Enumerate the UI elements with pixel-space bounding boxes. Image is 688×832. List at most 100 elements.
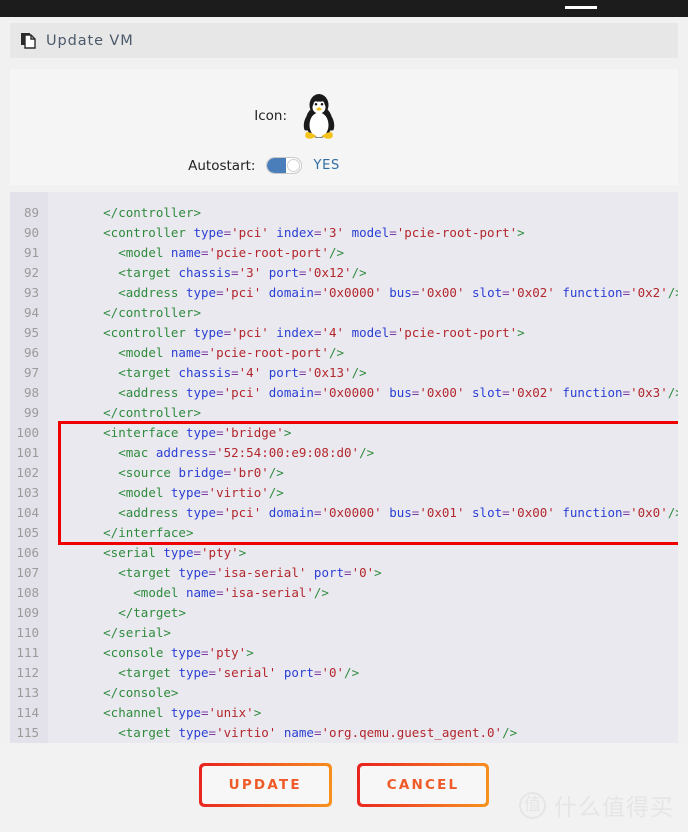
- code-line: 89 </controller>: [10, 203, 678, 223]
- code-line: 111 <console type='pty'>: [10, 643, 678, 663]
- code-line: 101 <mac address='52:54:00:e9:08:d0'/>: [10, 443, 678, 463]
- code-text: <target type='virtio' name='org.qemu.gue…: [118, 725, 518, 740]
- watermark: 值 什么值得买: [519, 788, 674, 822]
- line-number: 89: [10, 203, 48, 223]
- code-line: 109 </target>: [10, 603, 678, 623]
- line-number: [10, 192, 48, 203]
- code-line: 95 <controller type='pci' index='4' mode…: [10, 323, 678, 343]
- code-text: <target type='isa-serial' port='0'>: [118, 565, 382, 580]
- line-number: 100: [10, 423, 48, 443]
- icon-row: Icon:: [10, 92, 340, 140]
- line-number: 115: [10, 723, 48, 743]
- code-text: </interface>: [103, 525, 194, 540]
- code-text: <address type='pci' domain='0x0000' bus=…: [118, 505, 678, 520]
- code-line: [10, 192, 678, 203]
- line-number: 103: [10, 483, 48, 503]
- code-text: <target type='serial' port='0'/>: [118, 665, 360, 680]
- line-number: 101: [10, 443, 48, 463]
- line-number: 94: [10, 303, 48, 323]
- autostart-row: Autostart: YES: [10, 157, 340, 174]
- cancel-button-label: CANCEL: [359, 766, 487, 804]
- code-line: 92 <target chassis='3' port='0x12'/>: [10, 263, 678, 283]
- icon-label: Icon:: [254, 108, 287, 124]
- code-line: 98 <address type='pci' domain='0x0000' b…: [10, 383, 678, 403]
- line-number: 105: [10, 523, 48, 543]
- line-number: 106: [10, 543, 48, 563]
- line-number: 102: [10, 463, 48, 483]
- code-line: 110 </serial>: [10, 623, 678, 643]
- code-line: 108 <model name='isa-serial'/>: [10, 583, 678, 603]
- toggle-fill: [267, 158, 287, 173]
- line-number: 113: [10, 683, 48, 703]
- code-text: <mac address='52:54:00:e9:08:d0'/>: [118, 445, 375, 460]
- code-text: <channel type='unix'>: [103, 705, 262, 720]
- tux-penguin-icon[interactable]: [298, 92, 340, 140]
- code-text: <address type='pci' domain='0x0000' bus=…: [118, 285, 678, 300]
- code-line: 115 <target type='virtio' name='org.qemu…: [10, 723, 678, 743]
- code-line: 104 <address type='pci' domain='0x0000' …: [10, 503, 678, 523]
- code-line: 113 </console>: [10, 683, 678, 703]
- line-number: 97: [10, 363, 48, 383]
- code-line: 114 <channel type='unix'>: [10, 703, 678, 723]
- update-button-label: UPDATE: [201, 766, 329, 804]
- line-number: 109: [10, 603, 48, 623]
- line-number: 112: [10, 663, 48, 683]
- top-bar-indicator: [565, 6, 597, 9]
- code-line: 106 <serial type='pty'>: [10, 543, 678, 563]
- code-text: <source bridge='br0'/>: [118, 465, 284, 480]
- line-number: 99: [10, 403, 48, 423]
- line-number: 98: [10, 383, 48, 403]
- code-text: </controller>: [103, 405, 201, 420]
- line-number: 114: [10, 703, 48, 723]
- update-button[interactable]: UPDATE: [198, 763, 332, 807]
- xml-code-editor[interactable]: 89 </controller> 90 <controller type='pci…: [10, 192, 678, 743]
- code-line: 94 </controller>: [10, 303, 678, 323]
- code-line: 103 <model type='virtio'/>: [10, 483, 678, 503]
- toggle-knob: [287, 159, 301, 172]
- line-number: 93: [10, 283, 48, 303]
- code-line: 107 <target type='isa-serial' port='0'>: [10, 563, 678, 583]
- code-line: 91 <model name='pcie-root-port'/>: [10, 243, 678, 263]
- autostart-value: YES: [313, 158, 340, 173]
- code-text: <target chassis='3' port='0x12'/>: [118, 265, 367, 280]
- pages-copy-icon: [20, 32, 37, 49]
- code-line: 99 </controller>: [10, 403, 678, 423]
- line-number: 95: [10, 323, 48, 343]
- code-text: <controller type='pci' index='3' model='…: [103, 225, 525, 240]
- line-number: 108: [10, 583, 48, 603]
- page-title: Update VM: [46, 32, 134, 49]
- code-line: 105 </interface>: [10, 523, 678, 543]
- line-number: 90: [10, 223, 48, 243]
- autostart-toggle[interactable]: [266, 157, 303, 174]
- code-text: <model name='pcie-root-port'/>: [118, 245, 345, 260]
- watermark-text: 什么值得买: [554, 795, 674, 821]
- code-text: <model type='virtio'/>: [118, 485, 284, 500]
- code-text: <controller type='pci' index='4' model='…: [103, 325, 525, 340]
- watermark-logo: 值: [519, 791, 546, 819]
- code-text: </target>: [118, 605, 186, 620]
- panel-header: Update VM: [10, 23, 678, 58]
- code-line: 100 <interface type='bridge'>: [10, 423, 678, 443]
- cancel-button[interactable]: CANCEL: [356, 763, 490, 807]
- code-text: <address type='pci' domain='0x0000' bus=…: [118, 385, 678, 400]
- code-text: <interface type='bridge'>: [103, 425, 292, 440]
- autostart-label: Autostart:: [188, 157, 256, 174]
- code-text: </controller>: [103, 205, 201, 220]
- line-number: 104: [10, 503, 48, 523]
- code-text: <model name='pcie-root-port'/>: [118, 345, 345, 360]
- line-number: 96: [10, 343, 48, 363]
- code-text: </console>: [103, 685, 179, 700]
- line-number: 91: [10, 243, 48, 263]
- code-line: 97 <target chassis='4' port='0x13'/>: [10, 363, 678, 383]
- code-lines-container: 89 </controller> 90 <controller type='pci…: [10, 192, 678, 743]
- code-text: <console type='pty'>: [103, 645, 254, 660]
- code-text: <serial type='pty'>: [103, 545, 247, 560]
- window-top-bar: [0, 0, 688, 17]
- code-text: </controller>: [103, 305, 201, 320]
- code-line: 96 <model name='pcie-root-port'/>: [10, 343, 678, 363]
- line-number: 107: [10, 563, 48, 583]
- line-number: 111: [10, 643, 48, 663]
- code-line: 102 <source bridge='br0'/>: [10, 463, 678, 483]
- code-text: <model name='isa-serial'/>: [133, 585, 329, 600]
